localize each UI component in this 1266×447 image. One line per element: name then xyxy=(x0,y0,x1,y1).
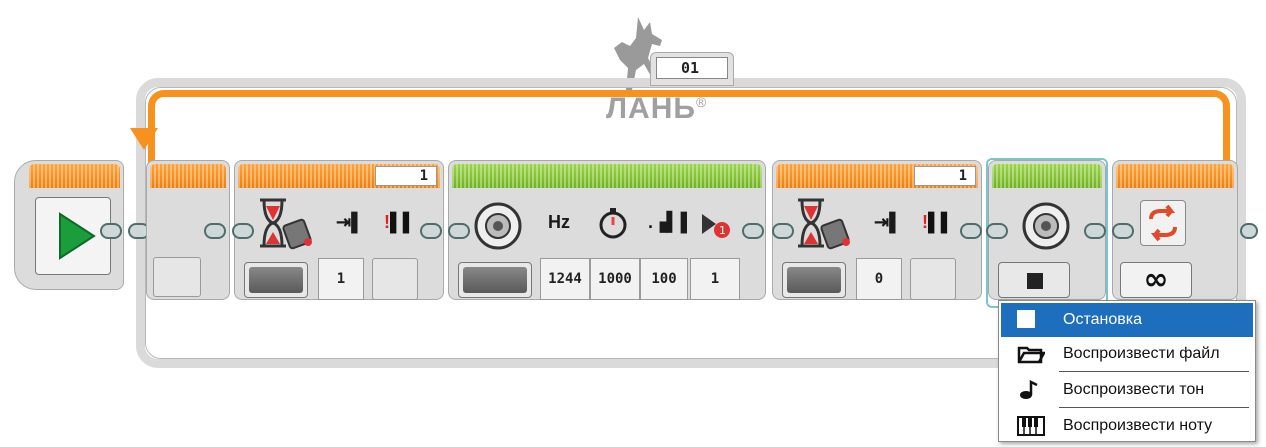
piano-keys-icon xyxy=(1017,416,1045,436)
sound-stop-input-plug xyxy=(986,223,1008,239)
wait-block-2-input-plug xyxy=(772,223,794,239)
loop-end-output-plug xyxy=(1240,223,1258,239)
loop-entry-slot xyxy=(153,257,201,297)
wait-block-1-port-value[interactable]: 1 xyxy=(375,166,437,186)
menu-item-play-file[interactable]: Воспроизвести файл xyxy=(1001,337,1253,371)
menu-item-play-tone[interactable]: Воспроизвести тон xyxy=(1001,373,1253,407)
hourglass-icon xyxy=(794,196,854,254)
compare-type-icon: ⇥▌ xyxy=(336,212,364,232)
sound-tone-output-plug xyxy=(742,223,764,239)
menu-separator xyxy=(1059,371,1249,372)
menu-item-play-note[interactable]: Воспроизвести ноту xyxy=(1001,409,1253,443)
loop-arrows-icon xyxy=(1140,200,1186,246)
sound-stop-output-plug xyxy=(1084,223,1106,239)
loop-end-input-plug xyxy=(1112,223,1134,239)
loop-end-header xyxy=(1116,164,1234,188)
threshold-bars-icon: !▌▌ xyxy=(384,212,416,232)
duration-field[interactable]: 1000 xyxy=(590,258,640,300)
compare-type-icon: ⇥▌ xyxy=(874,212,902,232)
menu-separator xyxy=(1059,407,1249,408)
music-note-icon xyxy=(1017,379,1043,400)
start-button[interactable] xyxy=(35,197,111,275)
speaker-icon xyxy=(1018,200,1074,252)
wait-block-1-output-plug xyxy=(420,223,442,239)
wait-block-1-mode-button[interactable] xyxy=(244,262,308,298)
svg-text:1: 1 xyxy=(719,224,726,237)
wait-block-1-threshold-field[interactable]: 1 xyxy=(318,258,364,300)
frequency-field[interactable]: 1244 xyxy=(540,258,590,300)
wait-block-2-output-plug xyxy=(960,223,982,239)
loop-wire-arrowhead xyxy=(130,128,158,150)
wait-block-2-mode-button[interactable] xyxy=(782,262,846,298)
wait-block-2-slot xyxy=(910,258,956,300)
sound-tone-input-plug xyxy=(448,223,470,239)
stop-square-mode-icon xyxy=(1003,267,1065,293)
wait-block-1-input-plug xyxy=(232,223,254,239)
loop-entry-output-plug xyxy=(204,223,226,239)
hourglass-icon xyxy=(256,196,316,254)
menu-item-stop[interactable]: Остановка xyxy=(1001,303,1253,337)
wait-block-2-threshold-field[interactable]: 0 xyxy=(856,258,902,300)
frequency-label: Hz xyxy=(548,212,570,232)
play-type-field[interactable]: 1 xyxy=(690,258,740,300)
stopwatch-icon xyxy=(596,206,630,240)
sound-stop-mode-button[interactable] xyxy=(998,262,1070,298)
volume-bars-icon: .▗▍▌ xyxy=(648,212,694,232)
touch-sensor-mode-icon xyxy=(249,267,303,293)
speaker-icon xyxy=(470,200,526,252)
loop-entry-header xyxy=(150,164,226,188)
volume-field[interactable]: 100 xyxy=(640,258,688,300)
play-type-icon: 1 xyxy=(700,208,734,240)
stop-square-icon xyxy=(1017,310,1043,330)
folder-icon xyxy=(1017,344,1047,364)
touch-sensor-mode-icon xyxy=(787,267,841,293)
sound-mode-dropdown[interactable]: Остановка Воспроизвести файл Воспроизвес… xyxy=(998,300,1256,442)
start-output-plug xyxy=(100,223,122,239)
sound-tone-block-header xyxy=(452,164,762,188)
start-block-header xyxy=(29,164,120,188)
threshold-bars-icon: !▌▌ xyxy=(922,212,954,232)
music-note-mode-icon xyxy=(463,267,527,293)
wait-block-2-port-value[interactable]: 1 xyxy=(914,166,976,186)
infinity-icon: ∞ xyxy=(1143,262,1169,297)
sound-tone-mode-button[interactable] xyxy=(458,262,532,298)
loop-mode-button[interactable]: ∞ xyxy=(1120,262,1192,298)
wait-block-1-slot xyxy=(372,258,418,300)
loop-name-field[interactable]: 01 xyxy=(656,57,728,79)
play-arrow-icon xyxy=(59,212,96,260)
